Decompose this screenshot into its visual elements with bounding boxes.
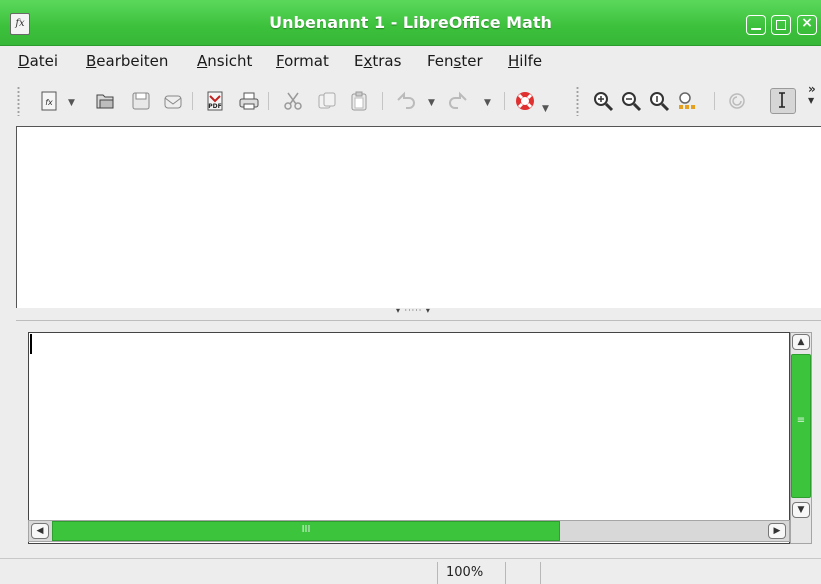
undo-dropdown-icon[interactable]: ▼: [428, 98, 435, 108]
toolbar-grip[interactable]: [17, 86, 20, 116]
menu-extras[interactable]: Extras: [354, 52, 401, 70]
scroll-left-icon[interactable]: ◀: [31, 523, 49, 539]
menu-format[interactable]: Format: [276, 52, 329, 70]
formula-cursor-icon[interactable]: [770, 88, 796, 114]
toolbar-separator: [192, 92, 193, 110]
toolbar-separator: [714, 92, 715, 110]
status-separator: [437, 562, 438, 584]
zoom-out-icon[interactable]: [620, 90, 642, 112]
scroll-right-icon[interactable]: ▶: [768, 523, 786, 539]
formula-display[interactable]: [16, 126, 821, 308]
menu-fenster[interactable]: Fenster: [427, 52, 483, 70]
copy-icon[interactable]: [316, 90, 338, 112]
standard-toolbar: fx ▼ PDF ▼ ▼ ▼ » ▼: [0, 78, 821, 124]
update-icon[interactable]: [726, 90, 748, 112]
text-caret: [30, 334, 32, 354]
help-icon[interactable]: [514, 90, 536, 112]
close-icon: ×: [801, 15, 813, 31]
maximize-button[interactable]: [771, 15, 791, 35]
show-all-icon[interactable]: [676, 90, 698, 112]
window-title: Unbenannt 1 - LibreOffice Math: [269, 13, 552, 32]
minimize-button[interactable]: [746, 15, 766, 35]
vertical-scroll-thumb[interactable]: ≡: [791, 354, 811, 498]
print-icon[interactable]: [238, 90, 260, 112]
menu-datei[interactable]: Datei: [18, 52, 58, 70]
undo-icon[interactable]: [394, 90, 416, 112]
cut-icon[interactable]: [282, 90, 304, 112]
redo-dropdown-icon[interactable]: ▼: [484, 98, 491, 108]
menu-hilfe[interactable]: Hilfe: [508, 52, 542, 70]
help-dropdown-icon[interactable]: ▼: [542, 104, 549, 114]
status-separator: [505, 562, 506, 584]
toolbar-separator: [382, 92, 383, 110]
menu-bar: Datei Bearbeiten Ansicht Format Extras F…: [0, 46, 821, 78]
svg-text:fx: fx: [45, 98, 53, 107]
svg-text:PDF: PDF: [208, 103, 221, 110]
toolbar-grip[interactable]: [576, 86, 579, 116]
scroll-down-icon[interactable]: ▼: [792, 502, 810, 518]
toolbar-overflow-icon[interactable]: » ▼: [808, 83, 816, 106]
email-icon[interactable]: [162, 90, 184, 112]
scroll-up-icon[interactable]: ▲: [792, 334, 810, 350]
paste-icon[interactable]: [348, 90, 370, 112]
open-icon[interactable]: [94, 90, 116, 112]
command-input[interactable]: [28, 332, 790, 544]
status-bar: 100%: [0, 558, 821, 584]
splitter-handle-icon: ▾ ····· ▾: [396, 306, 431, 315]
menu-ansicht[interactable]: Ansicht: [197, 52, 252, 70]
title-bar: fx Unbenannt 1 - LibreOffice Math ×: [0, 0, 821, 46]
pane-splitter[interactable]: ▾ ····· ▾: [16, 306, 821, 320]
horizontal-scroll-thumb[interactable]: III: [52, 521, 560, 541]
new-dropdown-icon[interactable]: ▼: [68, 98, 75, 108]
new-document-icon[interactable]: fx: [38, 90, 60, 112]
save-icon[interactable]: [130, 90, 152, 112]
toolbar-separator: [504, 92, 505, 110]
zoom-level[interactable]: 100%: [446, 565, 483, 580]
close-button[interactable]: ×: [797, 15, 817, 35]
toolbar-separator: [268, 92, 269, 110]
status-separator: [540, 562, 541, 584]
zoom-100-icon[interactable]: [648, 90, 670, 112]
zoom-in-icon[interactable]: [592, 90, 614, 112]
export-pdf-icon[interactable]: PDF: [204, 90, 226, 112]
menu-bearbeiten[interactable]: Bearbeiten: [86, 52, 168, 70]
redo-icon[interactable]: [448, 90, 470, 112]
